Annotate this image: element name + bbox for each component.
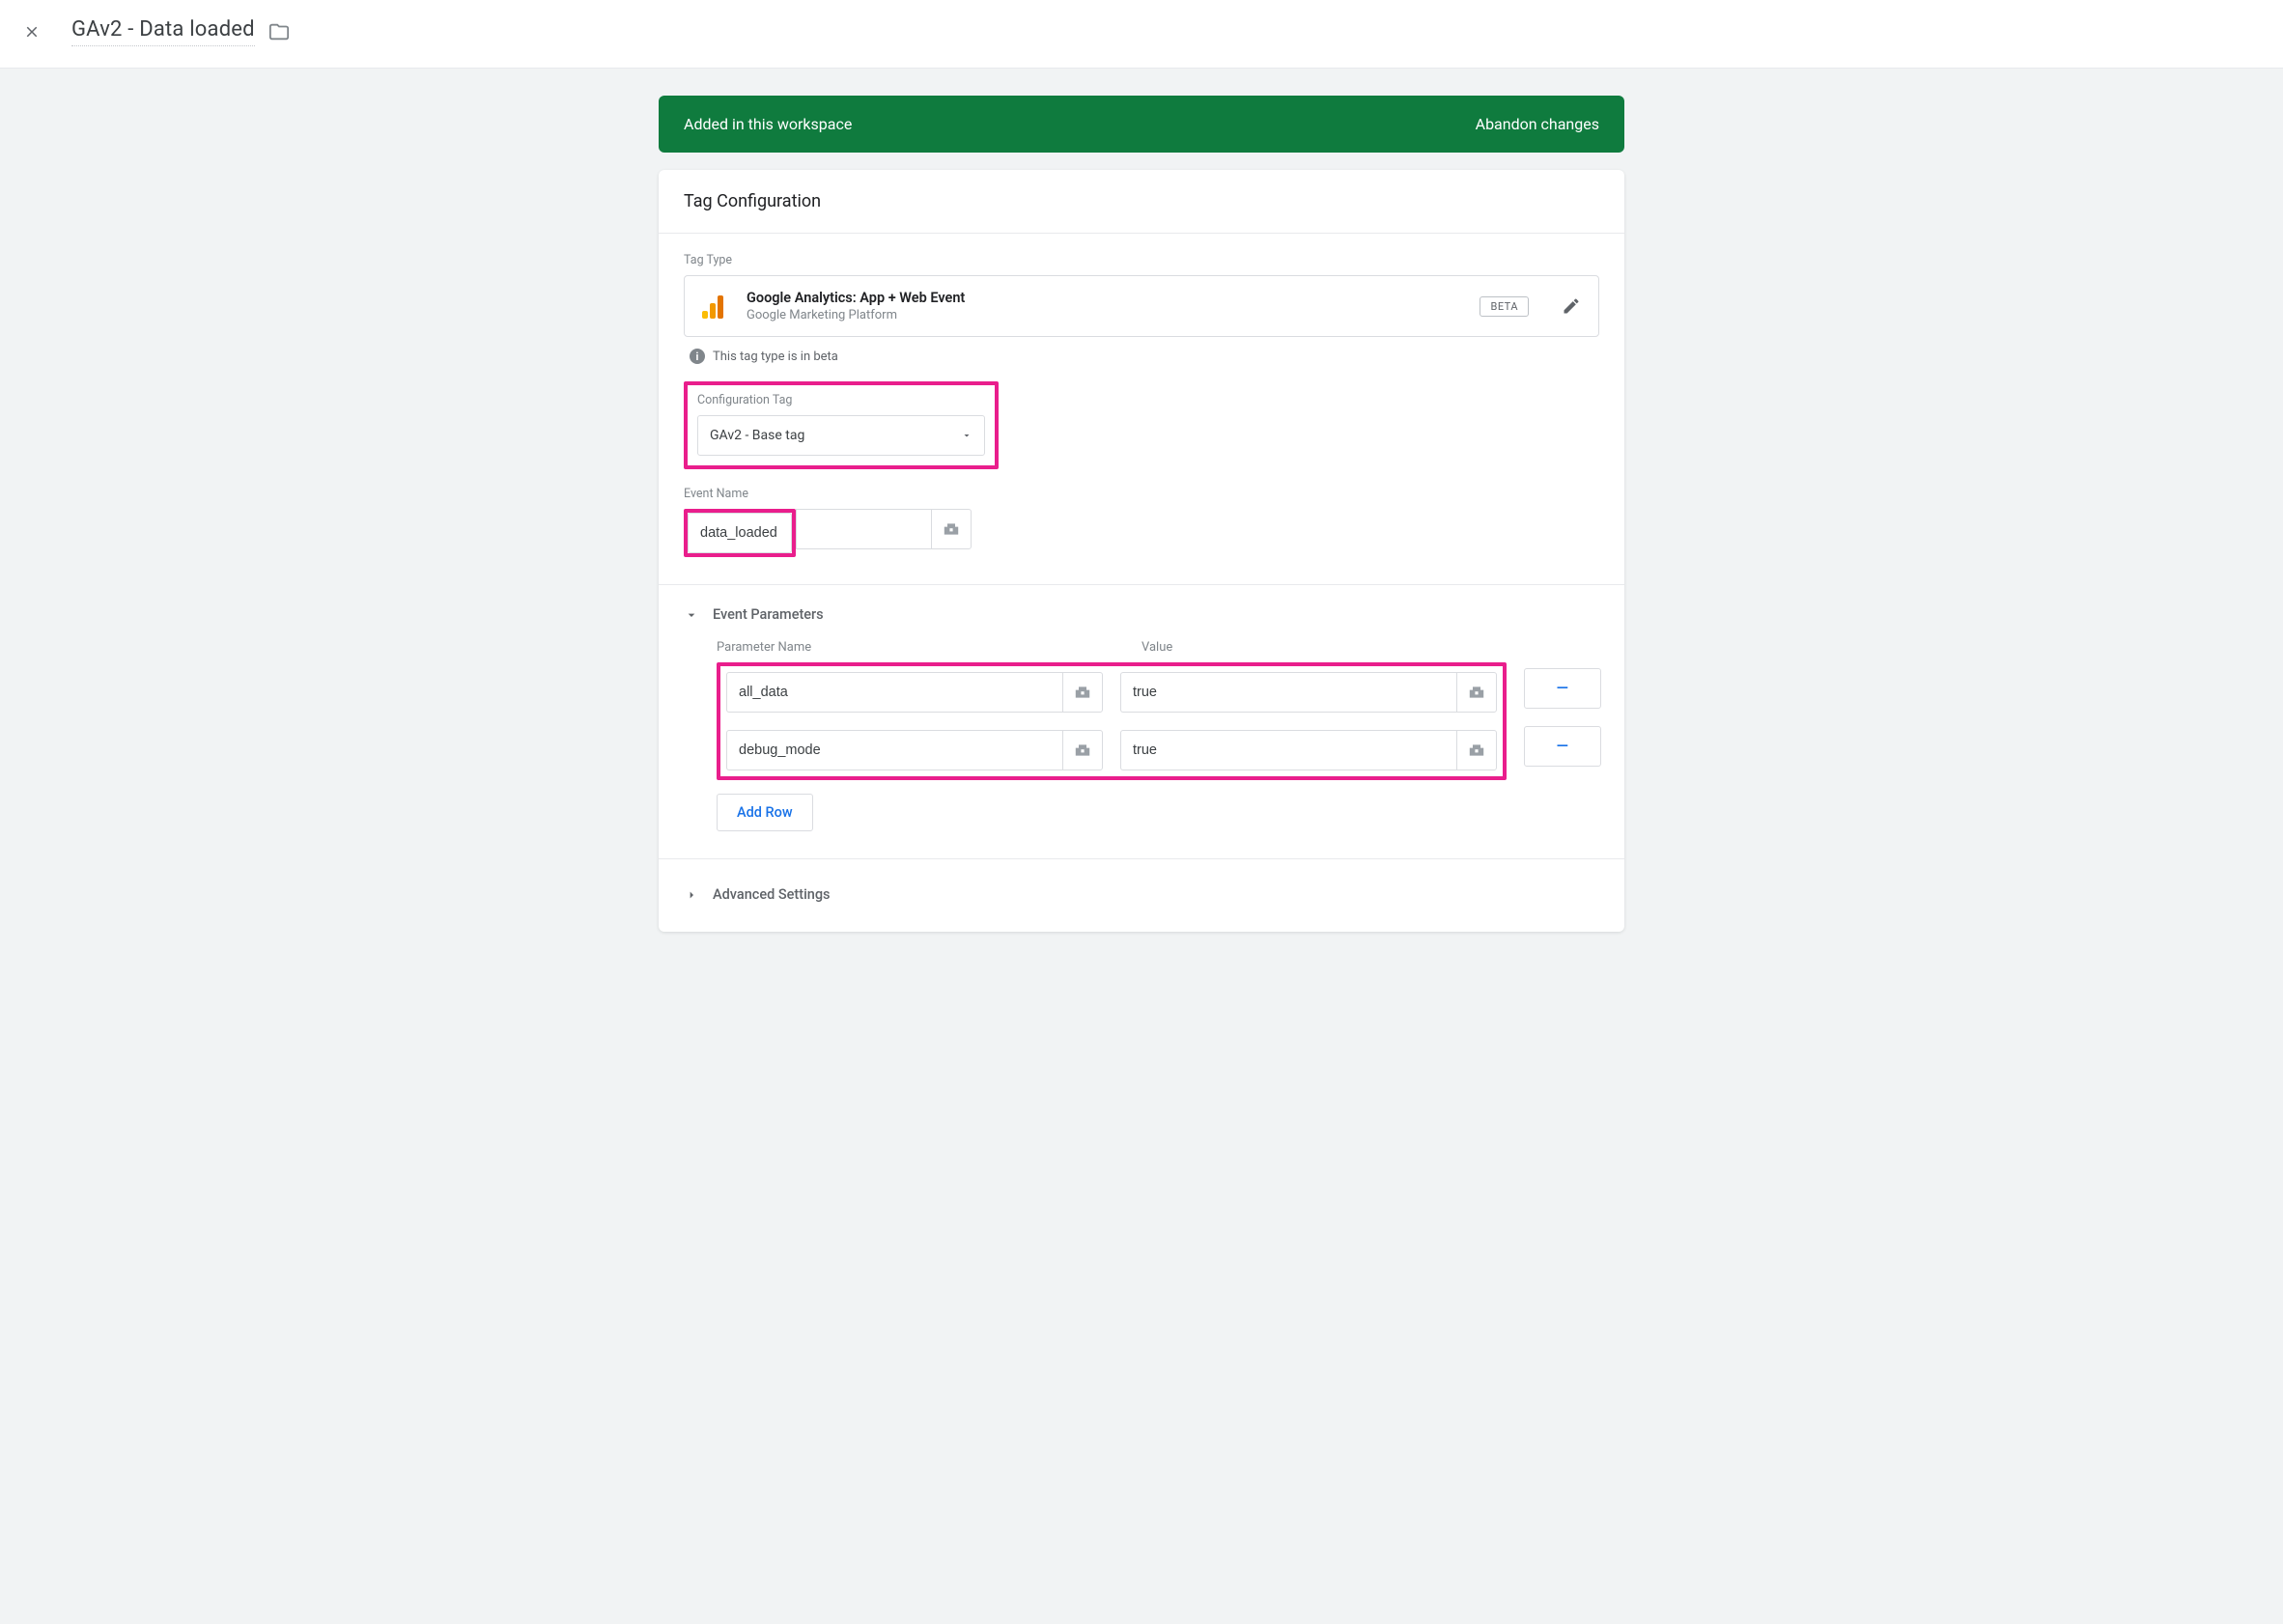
tag-type-platform: Google Marketing Platform bbox=[747, 308, 1460, 322]
add-row-button[interactable]: Add Row bbox=[717, 794, 813, 831]
workspace-banner: Added in this workspace Abandon changes bbox=[659, 96, 1624, 153]
tag-type-text: Google Analytics: App + Web Event Google… bbox=[747, 290, 1460, 322]
card-title: Tag Configuration bbox=[659, 170, 1624, 234]
config-tag-value: GAv2 - Base tag bbox=[710, 428, 804, 443]
event-name-input[interactable] bbox=[688, 513, 792, 553]
info-icon: i bbox=[690, 349, 705, 364]
param-value-input[interactable] bbox=[1120, 672, 1456, 713]
event-name-highlight bbox=[684, 509, 796, 557]
variable-picker-button[interactable] bbox=[931, 509, 972, 549]
tag-config-card: Tag Configuration Tag Type Google Analyt… bbox=[659, 170, 1624, 932]
topbar: GAv2 - Data loaded bbox=[0, 0, 2283, 68]
variable-picker-button[interactable] bbox=[1456, 672, 1497, 713]
config-tag-select[interactable]: GAv2 - Base tag bbox=[697, 415, 985, 456]
variable-picker-button[interactable] bbox=[1456, 730, 1497, 770]
title-wrap: GAv2 - Data loaded bbox=[71, 17, 290, 46]
banner-added-text: Added in this workspace bbox=[684, 115, 852, 133]
variable-icon bbox=[1467, 742, 1486, 758]
variable-icon bbox=[1467, 685, 1486, 700]
remove-row-button[interactable]: – bbox=[1524, 668, 1601, 709]
param-value-input[interactable] bbox=[1120, 730, 1456, 770]
tag-type-label: Tag Type bbox=[684, 253, 1599, 267]
params-area: Parameter Name Value bbox=[684, 640, 1599, 831]
param-name-header: Parameter Name bbox=[717, 640, 1142, 655]
abandon-changes-link[interactable]: Abandon changes bbox=[1476, 115, 1599, 133]
chevron-down-icon bbox=[961, 430, 972, 441]
variable-picker-button[interactable] bbox=[1062, 730, 1103, 770]
page-title[interactable]: GAv2 - Data loaded bbox=[71, 17, 255, 46]
advanced-settings-title: Advanced Settings bbox=[713, 886, 831, 903]
chevron-right-icon bbox=[684, 887, 699, 903]
remove-row-button[interactable]: – bbox=[1524, 726, 1601, 767]
close-icon[interactable] bbox=[23, 23, 41, 41]
google-analytics-icon bbox=[702, 294, 727, 319]
variable-picker-button[interactable] bbox=[1062, 672, 1103, 713]
beta-note: i This tag type is in beta bbox=[684, 349, 1599, 364]
event-parameters-title: Event Parameters bbox=[713, 606, 824, 623]
config-tag-highlight: Configuration Tag GAv2 - Base tag bbox=[684, 381, 999, 469]
param-row bbox=[726, 730, 1497, 770]
config-tag-label: Configuration Tag bbox=[697, 393, 985, 407]
advanced-settings-toggle[interactable]: Advanced Settings bbox=[684, 886, 1599, 903]
event-name-label: Event Name bbox=[684, 487, 1599, 501]
variable-icon bbox=[1073, 685, 1092, 700]
param-name-input[interactable] bbox=[726, 672, 1062, 713]
value-header: Value bbox=[1142, 640, 1172, 655]
chevron-down-icon bbox=[684, 607, 699, 623]
param-row bbox=[726, 672, 1497, 713]
event-parameters-toggle[interactable]: Event Parameters bbox=[684, 606, 1599, 623]
beta-badge: BETA bbox=[1480, 296, 1529, 317]
tag-type-selector[interactable]: Google Analytics: App + Web Event Google… bbox=[684, 275, 1599, 337]
event-name-block: Event Name bbox=[684, 487, 1599, 557]
page-background: Added in this workspace Abandon changes … bbox=[0, 68, 2283, 1624]
param-name-input[interactable] bbox=[726, 730, 1062, 770]
edit-icon[interactable] bbox=[1562, 296, 1581, 316]
folder-icon[interactable] bbox=[268, 21, 290, 42]
event-name-input-ext[interactable] bbox=[796, 509, 931, 549]
variable-icon bbox=[1073, 742, 1092, 758]
tag-type-name: Google Analytics: App + Web Event bbox=[747, 290, 1460, 306]
variable-icon bbox=[942, 521, 961, 537]
beta-note-text: This tag type is in beta bbox=[713, 350, 838, 364]
params-highlight bbox=[717, 662, 1507, 780]
